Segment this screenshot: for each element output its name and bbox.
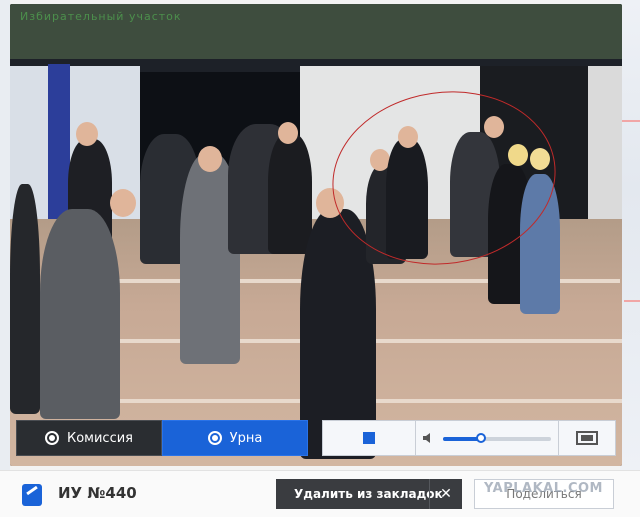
commission-label: Комиссия [66, 430, 133, 446]
close-icon[interactable]: ✕ [429, 479, 462, 509]
pen-icon [22, 484, 42, 506]
speaker-icon[interactable] [423, 432, 435, 444]
urna-label: Урна [229, 430, 263, 446]
fullscreen-button[interactable] [558, 421, 615, 455]
remove-bookmark-label: Удалить из закладок [294, 487, 443, 501]
watermark: YAPLAKAL.COM [484, 481, 603, 496]
remove-bookmark-button[interactable]: Удалить из закладок ✕ [276, 479, 462, 509]
scene-top-area: Избирательный участок [10, 4, 622, 66]
webcam-icon [207, 431, 222, 445]
webcam-icon [44, 431, 59, 445]
player-bar [322, 420, 616, 456]
volume-handle[interactable] [475, 433, 486, 443]
video-stream[interactable]: Избирательный участок [10, 4, 622, 466]
station-label: ИУ №440 [58, 484, 137, 502]
urna-camera-button[interactable]: Урна [162, 420, 308, 456]
volume-slider[interactable] [443, 433, 551, 443]
video-controls: Комиссия Урна [14, 420, 616, 460]
stop-icon [363, 432, 375, 444]
map-background-left [0, 0, 10, 470]
fullscreen-icon [576, 431, 598, 445]
stop-button[interactable] [323, 421, 416, 455]
commission-camera-button[interactable]: Комиссия [16, 420, 162, 456]
map-background-right [620, 0, 640, 470]
video-overlay-title: Избирательный участок [20, 10, 182, 23]
